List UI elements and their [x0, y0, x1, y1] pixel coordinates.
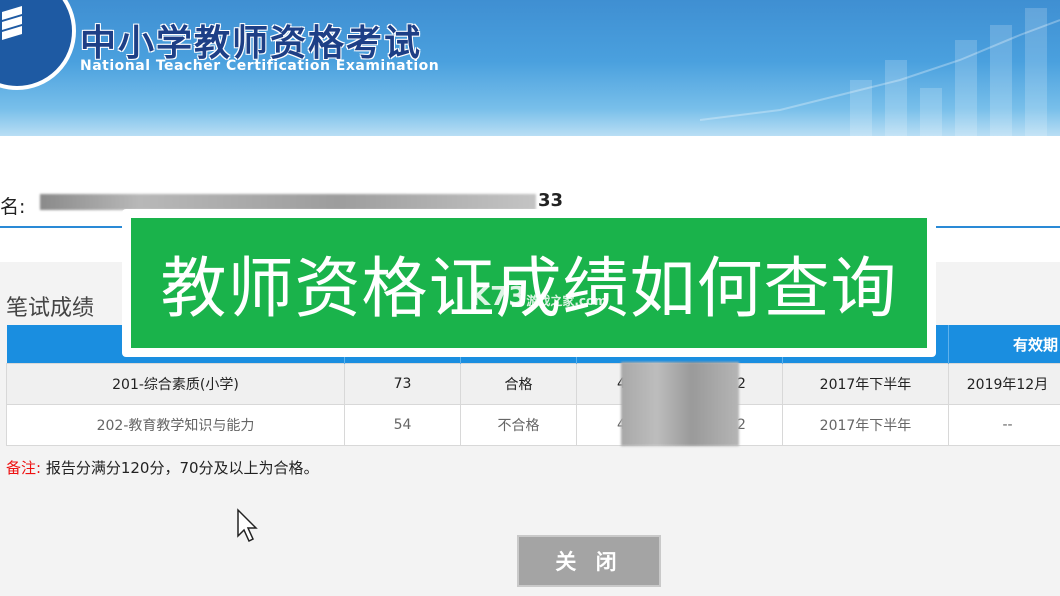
id-cell: 4 2 — [576, 362, 783, 446]
col-valid: 有效期 — [948, 325, 1060, 364]
term-cell: 2017年下半年 — [782, 404, 949, 446]
result-cell: 不合格 — [460, 404, 577, 446]
site-watermark: K73游戏之家.com — [470, 282, 607, 312]
mouse-cursor-icon — [237, 508, 258, 543]
remark-prefix: 备注: — [6, 459, 42, 477]
name-label: 名: — [0, 196, 26, 218]
result-cell: 合格 — [460, 363, 577, 405]
term-cell: 2017年下半年 — [782, 363, 949, 405]
redaction-mask — [621, 362, 739, 446]
table-row: 202-教育教学知识与能力 54 不合格 4 2 2017年下半年 -- — [6, 404, 1060, 446]
score-cell: 73 — [344, 363, 461, 405]
exam-title-en: National Teacher Certification Examinati… — [80, 58, 440, 74]
remark-text: 报告分满分120分，70分及以上为合格。 — [45, 459, 319, 477]
subject-cell: 202-教育教学知识与能力 — [6, 404, 345, 446]
section-title: 笔试成绩 — [6, 296, 95, 321]
close-button[interactable]: 关 闭 — [517, 535, 661, 587]
book-stack-icon — [2, 6, 22, 40]
decorative-bar-chart — [700, 8, 1060, 136]
score-cell: 54 — [344, 404, 461, 446]
valid-cell: -- — [948, 404, 1060, 446]
remark-note: 备注: 报告分满分120分，70分及以上为合格。 — [6, 457, 319, 478]
header-banner: 中小学教师资格考试 National Teacher Certification… — [0, 0, 1060, 136]
subject-cell: 201-综合素质(小学) — [6, 363, 345, 405]
table-row: 201-综合素质(小学) 73 合格 4 2 2017年下半年 2019年12月 — [6, 362, 1060, 446]
exam-logo — [0, 0, 76, 90]
name-tail: 33 — [538, 190, 564, 211]
valid-cell: 2019年12月 — [948, 363, 1060, 405]
name-redacted — [40, 194, 536, 210]
